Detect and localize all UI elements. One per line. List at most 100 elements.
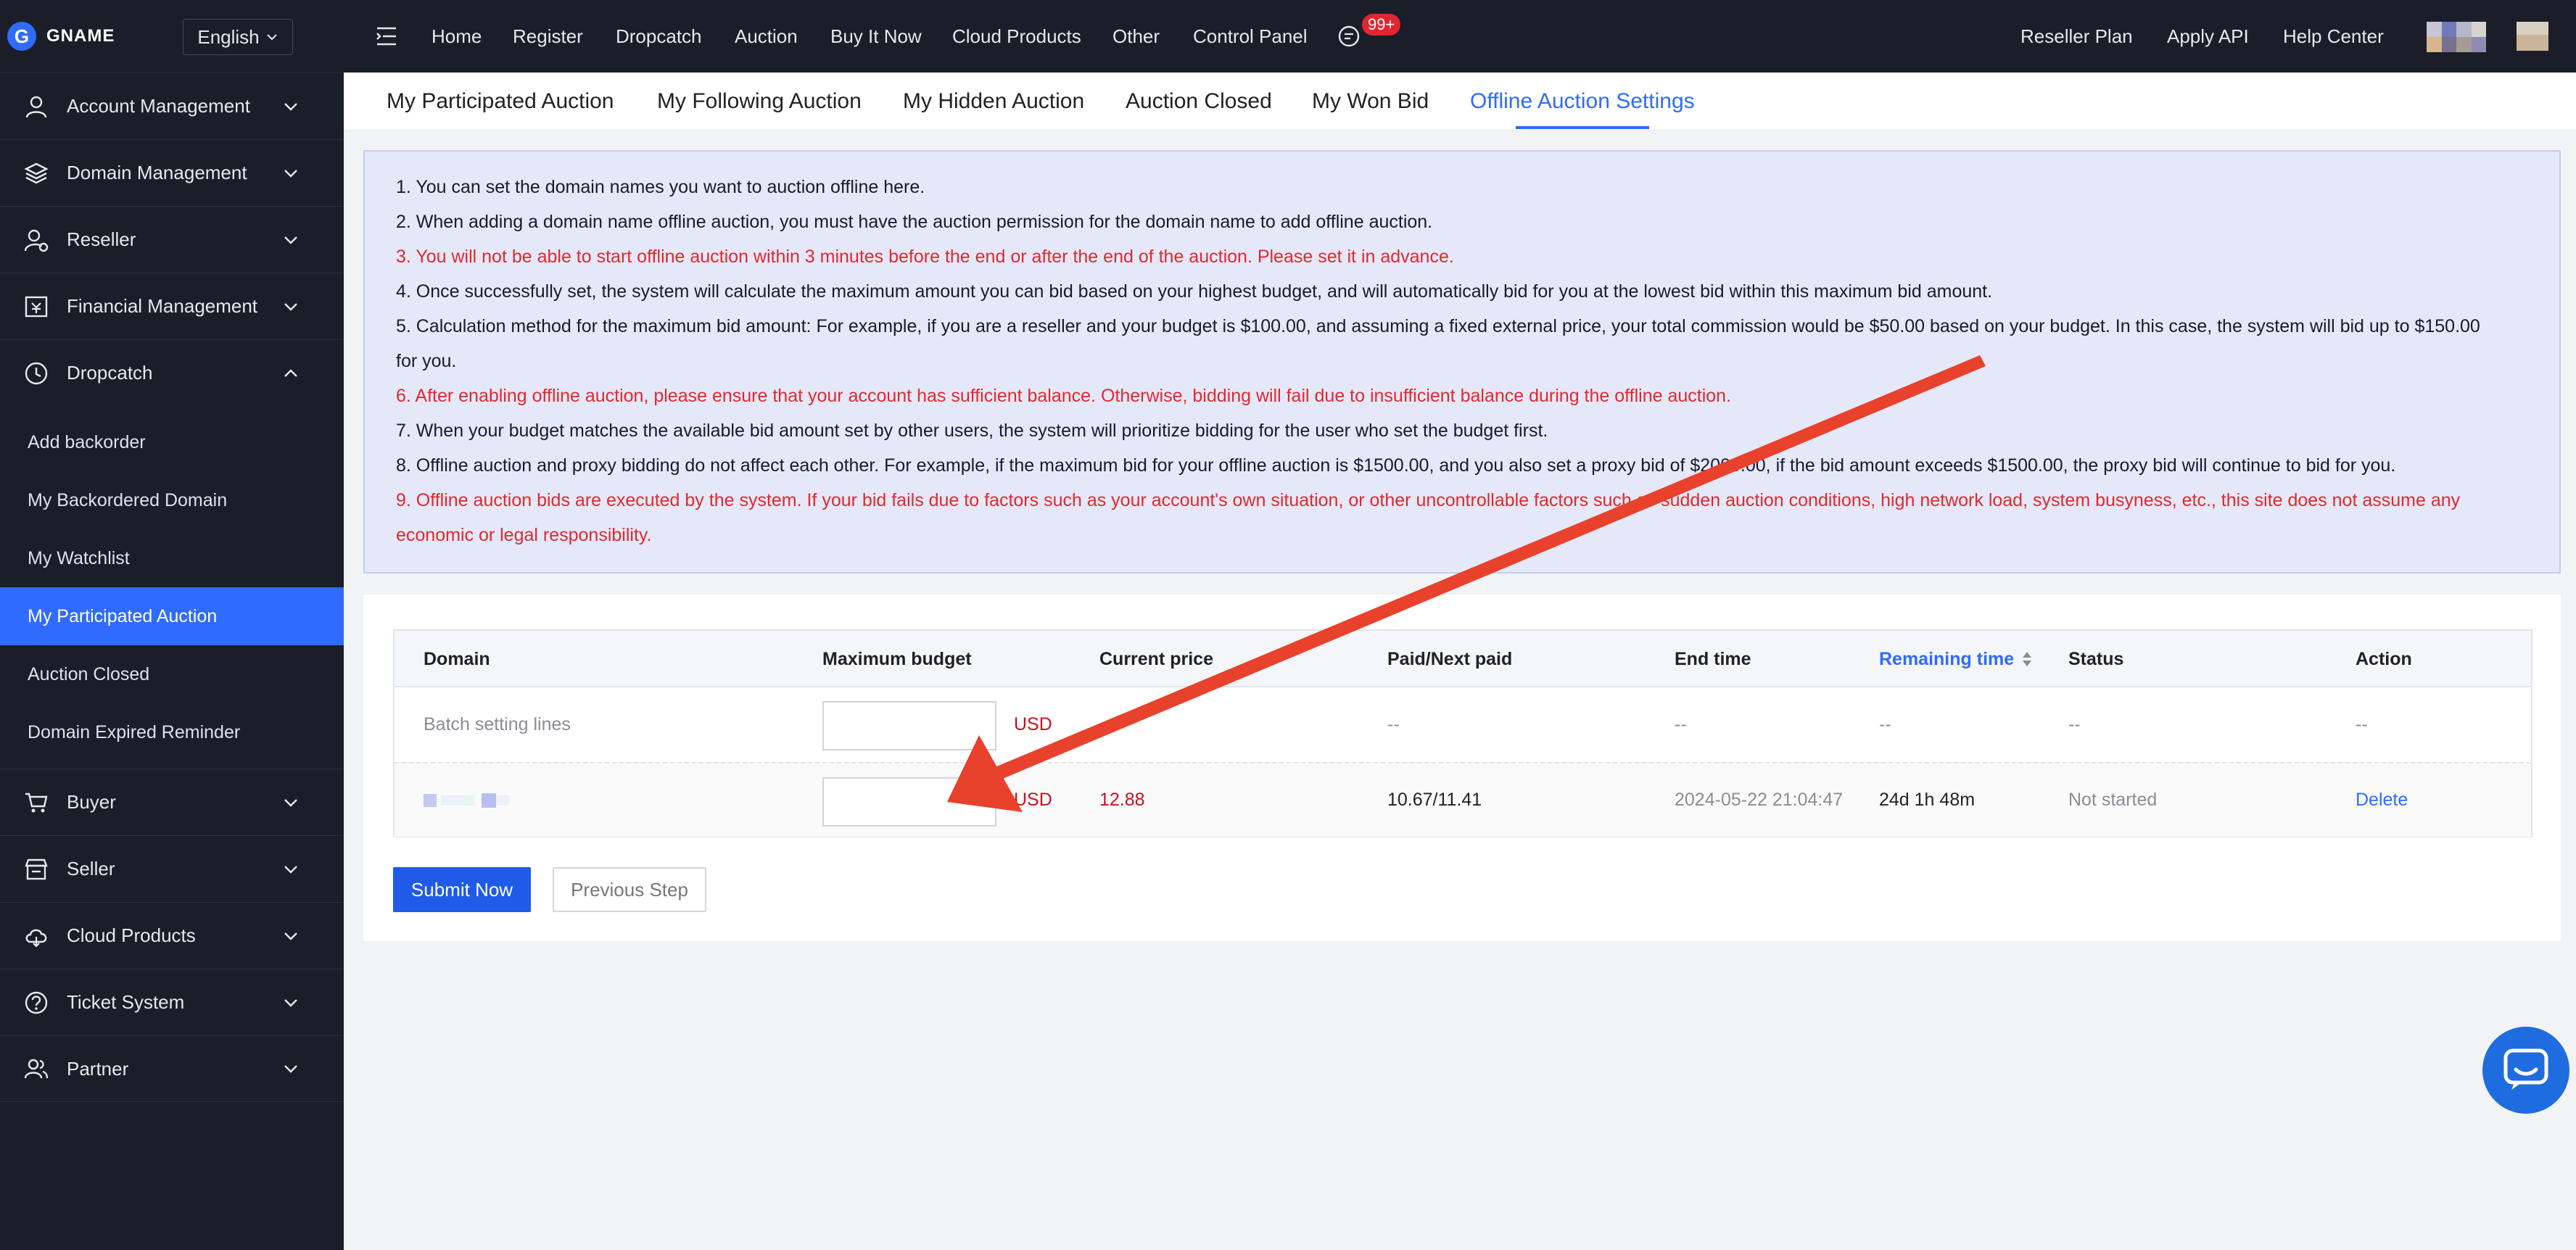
batch-status: -- [2068, 714, 2081, 734]
chevron-down-icon [284, 932, 297, 940]
status-badge: Not started [2068, 790, 2158, 810]
avatar[interactable] [2427, 22, 2486, 52]
menu-ticket-system[interactable]: Ticket System [0, 969, 344, 1035]
tab-my-won-bid[interactable]: My Won Bid [1312, 73, 1429, 131]
nav-apply-api[interactable]: Apply API [2167, 0, 2249, 73]
user-thumbnail[interactable] [2517, 22, 2548, 51]
tab-offline-auction-settings[interactable]: Offline Auction Settings [1470, 73, 1695, 131]
nav-register[interactable]: Register [513, 0, 583, 73]
chat-icon [2503, 1048, 2548, 1090]
notice-line: 3. You will not be able to start offline… [396, 247, 1454, 267]
batch-setting-row: Batch setting lines USD -- -- -- -- -- [395, 687, 2531, 762]
sidebar-item-auction-closed[interactable]: Auction Closed [0, 645, 344, 703]
tab-my-hidden-auction[interactable]: My Hidden Auction [903, 73, 1084, 131]
table-row: USD 12.88 10.67/11.41 2024-05-22 21:04:4… [395, 762, 2531, 837]
notice-line: 4. Once successfully set, the system wil… [396, 281, 1993, 302]
nav-home[interactable]: Home [432, 0, 482, 73]
menu-cloud-products[interactable]: Cloud Products [0, 902, 344, 969]
chevron-down-icon [284, 865, 297, 874]
menu-partner[interactable]: Partner [0, 1035, 344, 1102]
notice-line: for you. [396, 351, 457, 371]
nav-cloud-products[interactable]: Cloud Products [952, 0, 1081, 73]
menu-label: Buyer [67, 791, 116, 813]
nav-other[interactable]: Other [1112, 0, 1160, 73]
col-current-price: Current price [1099, 648, 1213, 669]
menu-account-management[interactable]: Account Management [0, 73, 344, 139]
language-select[interactable]: English [183, 19, 293, 55]
menu-label: Seller [67, 858, 115, 879]
logo-icon: G [7, 22, 36, 51]
nav-control-panel[interactable]: Control Panel [1193, 0, 1308, 73]
chat-widget[interactable] [2482, 1027, 2569, 1114]
sidebar-item-my-backordered-domain[interactable]: My Backordered Domain [0, 471, 344, 529]
previous-step-button[interactable]: Previous Step [553, 867, 706, 912]
help-circle-icon [22, 988, 51, 1017]
notice-line: economic or legal responsibility. [396, 525, 652, 545]
batch-remaining: -- [1879, 714, 1891, 734]
batch-label: Batch setting lines [424, 714, 571, 734]
tab-auction-closed[interactable]: Auction Closed [1126, 73, 1272, 131]
chevron-down-icon [284, 102, 297, 111]
menu-domain-management[interactable]: Domain Management [0, 139, 344, 206]
store-icon [22, 855, 51, 884]
notification-badge: 99+ [1362, 14, 1401, 36]
remaining-time: 24d 1h 48m [1879, 790, 1976, 810]
chevron-down-icon [284, 1065, 297, 1073]
chevron-down-icon [284, 798, 297, 807]
menu-label: Reseller [67, 228, 136, 250]
sidebar-item-my-participated-auction[interactable]: My Participated Auction [0, 587, 344, 645]
domain-name-blurred[interactable] [424, 763, 509, 837]
nav-auction[interactable]: Auction [735, 0, 798, 73]
batch-budget-input[interactable] [822, 701, 996, 750]
sidebar: G GNAME English Account Management Domai… [0, 0, 344, 1250]
sidebar-item-add-backorder[interactable]: Add backorder [0, 413, 344, 471]
nav-dropcatch[interactable]: Dropcatch [616, 0, 702, 73]
menu-seller[interactable]: Seller [0, 835, 344, 902]
nav-reseller-plan[interactable]: Reseller Plan [2020, 0, 2133, 73]
layers-icon [22, 159, 51, 188]
brand-name: GNAME [46, 26, 115, 46]
nav-buy-it-now[interactable]: Buy It Now [830, 0, 922, 73]
currency-label: USD [1014, 714, 1052, 734]
tab-my-following-auction[interactable]: My Following Auction [657, 73, 862, 131]
col-remaining-time[interactable]: Remaining time [1879, 631, 2033, 687]
notice-line: 8. Offline auction and proxy bidding do … [396, 455, 2396, 476]
menu-label: Account Management [67, 95, 250, 117]
sidebar-item-my-watchlist[interactable]: My Watchlist [0, 529, 344, 587]
reseller-icon [22, 225, 51, 254]
end-time: 2024-05-22 21:04:47 [1675, 790, 1844, 810]
chevron-down-icon [266, 34, 277, 41]
menu-reseller[interactable]: Reseller [0, 206, 344, 273]
tab-bar: My Participated Auction My Following Auc… [344, 73, 2576, 131]
cart-icon [22, 788, 51, 817]
menu-dropcatch[interactable]: Dropcatch [0, 339, 344, 406]
partner-icon [22, 1054, 51, 1083]
nav-help-center[interactable]: Help Center [2283, 0, 2384, 73]
active-tab-indicator [1516, 126, 1649, 129]
menu-buyer[interactable]: Buyer [0, 769, 344, 835]
cloud-icon [22, 922, 51, 951]
col-paid-next-paid: Paid/Next paid [1387, 648, 1513, 669]
col-action: Action [2356, 648, 2412, 669]
chevron-up-icon [284, 368, 297, 377]
finance-icon [22, 292, 51, 321]
batch-end-time: -- [1675, 714, 1687, 734]
sort-icon[interactable] [2021, 650, 2033, 669]
col-remaining-time-label: Remaining time [1879, 648, 2015, 669]
menu-label: Ticket System [67, 991, 185, 1013]
notice-line: 7. When your budget matches the availabl… [396, 421, 1548, 441]
sidebar-item-domain-expired-reminder[interactable]: Domain Expired Reminder [0, 703, 344, 761]
notice-line: 5. Calculation method for the maximum bi… [396, 316, 2480, 336]
logo[interactable]: G GNAME [7, 22, 115, 51]
tab-my-participated-auction[interactable]: My Participated Auction [387, 73, 614, 131]
message-icon[interactable] [1337, 25, 1361, 48]
batch-action: -- [2356, 714, 2368, 734]
menu-financial-management[interactable]: Financial Management [0, 273, 344, 339]
submit-button[interactable]: Submit Now [393, 867, 531, 912]
col-status: Status [2068, 648, 2124, 669]
menu-label: Dropcatch [67, 362, 153, 384]
delete-link[interactable]: Delete [2356, 763, 2408, 837]
menu-toggle-icon[interactable] [376, 26, 397, 46]
menu-label: Partner [67, 1057, 129, 1080]
maximum-budget-input[interactable] [822, 777, 996, 827]
